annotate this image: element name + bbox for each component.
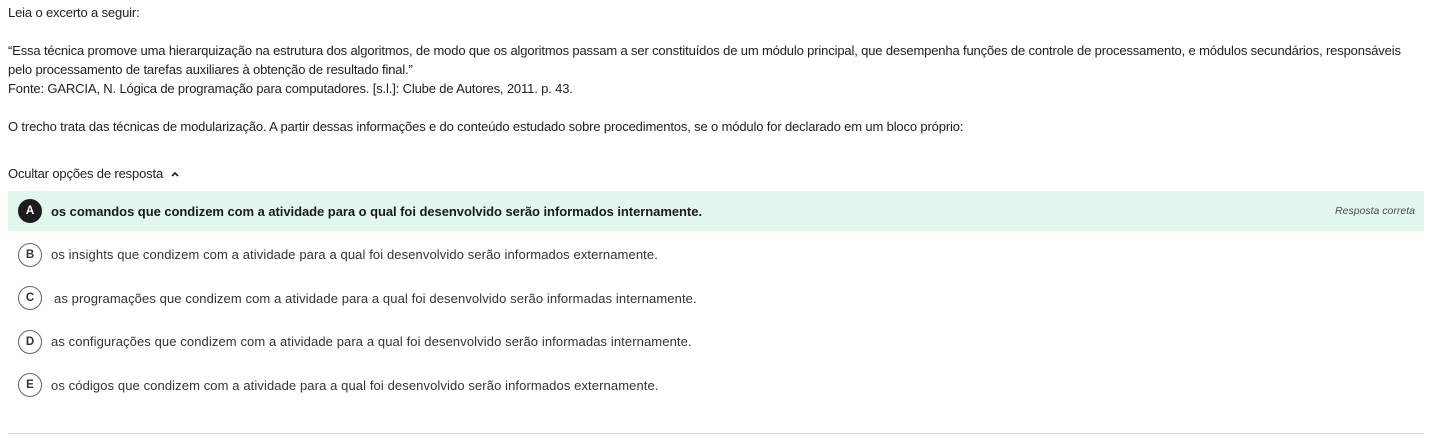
option-d[interactable]: D as configurações que condizem com a at… (8, 320, 1424, 364)
question-text: Leia o excerto a seguir: “Essa técnica p… (8, 3, 1423, 136)
option-text-e: os códigos que condizem com a atividade … (51, 377, 659, 393)
option-text-c: as programações que condizem com a ativi… (54, 290, 697, 306)
question-source: Fonte: GARCIA, N. Lógica de programação … (8, 81, 573, 96)
chevron-up-icon (171, 171, 179, 177)
option-text-d: as configurações que condizem com a ativ… (51, 334, 692, 350)
correct-answer-badge: Resposta correta (1335, 205, 1415, 217)
option-b[interactable]: B os insights que condizem com a ativida… (8, 233, 1424, 277)
option-text-a: os comandos que condizem com a atividade… (51, 203, 702, 219)
divider (8, 433, 1424, 434)
option-text-b: os insights que condizem com a atividade… (51, 247, 658, 263)
answer-options: A os comandos que condizem com a ativida… (8, 191, 1424, 407)
option-letter-d: D (18, 329, 42, 354)
option-c[interactable]: C as programações que condizem com a ati… (8, 277, 1424, 321)
hide-options-label: Ocultar opções de resposta (8, 166, 164, 181)
option-a[interactable]: A os comandos que condizem com a ativida… (8, 191, 1424, 231)
question-intro: Leia o excerto a seguir: (8, 5, 140, 20)
option-letter-b: B (18, 242, 42, 267)
question-quote: “Essa técnica promove uma hierarquização… (8, 43, 1401, 77)
question-prompt: O trecho trata das técnicas de modulariz… (8, 119, 964, 134)
option-e[interactable]: E os códigos que condizem com a atividad… (8, 364, 1424, 408)
option-letter-e: E (18, 373, 42, 398)
option-letter-a: A (18, 199, 42, 223)
hide-options-toggle[interactable]: Ocultar opções de resposta (8, 164, 181, 183)
option-letter-c: C (18, 286, 42, 311)
